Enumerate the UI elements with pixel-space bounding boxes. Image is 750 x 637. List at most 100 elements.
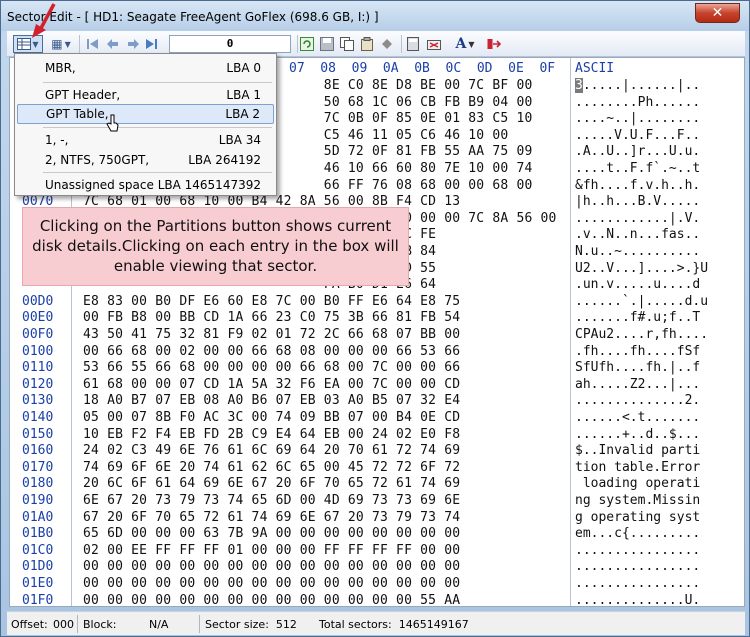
hex-row[interactable]: 0150 10 EB F2 F4 EB FD 2B C9 E4 64 EB 00 … bbox=[10, 427, 744, 444]
row-hex-bytes[interactable]: E8 83 00 B0 DF E6 60 E8 7C 00 B0 FF E6 6… bbox=[83, 294, 460, 309]
dropdown-item-gpt-table[interactable]: GPT Table, LBA 2 bbox=[17, 104, 274, 124]
hex-row[interactable]: 0180 20 6C 6F 61 64 69 6E 67 20 6F 70 65 … bbox=[10, 476, 744, 493]
row-hex-bytes[interactable]: 6E 67 20 73 79 73 74 65 6D 00 4D 69 73 7… bbox=[83, 493, 460, 508]
hex-row[interactable]: 01C0 02 00 EE FF FF FF 01 00 00 00 FF FF … bbox=[10, 543, 744, 560]
fill-button[interactable] bbox=[379, 35, 395, 53]
row-ascii[interactable]: ........Ph...... bbox=[575, 95, 700, 110]
row-ascii[interactable]: ......+..d..$... bbox=[575, 427, 700, 442]
sector-number-input[interactable]: 0 bbox=[169, 35, 291, 53]
row-hex-bytes[interactable]: 00 00 00 00 00 00 00 00 00 00 00 00 00 0… bbox=[83, 576, 460, 591]
row-ascii[interactable]: em...c{......... bbox=[575, 526, 700, 541]
hex-row[interactable]: 01D0 00 00 00 00 00 00 00 00 00 00 00 00 … bbox=[10, 559, 744, 576]
next-sector-button[interactable] bbox=[125, 35, 141, 53]
row-ascii[interactable]: $..Invalid parti bbox=[575, 443, 700, 458]
partitions-button[interactable]: ▼ bbox=[13, 35, 43, 53]
row-ascii[interactable]: loading operati bbox=[575, 476, 700, 491]
row-hex-bytes[interactable]: 00 66 68 00 02 00 00 66 68 08 00 00 00 6… bbox=[83, 344, 460, 359]
row-ascii[interactable]: tion table.Error bbox=[575, 460, 700, 475]
row-hex-bytes[interactable]: 61 68 00 00 07 CD 1A 5A 32 F6 EA 00 7C 0… bbox=[83, 377, 460, 392]
dropdown-item-partition-2[interactable]: 2, NTFS, 750GPT, LBA 264192 bbox=[17, 150, 274, 170]
dropdown-item-mbr[interactable]: MBR, LBA 0 bbox=[17, 58, 274, 78]
row-hex-bytes[interactable]: 20 6C 6F 61 64 69 6E 67 20 6F 70 65 72 6… bbox=[83, 476, 460, 491]
tools-button[interactable] bbox=[425, 35, 443, 53]
row-ascii[interactable]: |h..h...B.V..... bbox=[575, 194, 700, 209]
copy-button[interactable] bbox=[339, 35, 355, 53]
row-ascii[interactable]: .A..U..]r...U.u. bbox=[575, 144, 700, 159]
font-button[interactable]: A ▼ bbox=[451, 35, 479, 53]
title-bar[interactable]: Sector Edit - [ HD1: Seagate FreeAgent G… bbox=[1, 1, 749, 31]
save-button[interactable] bbox=[319, 35, 335, 53]
row-ascii[interactable]: &fh....f.v.h..h. bbox=[575, 178, 700, 193]
row-hex-bytes[interactable]: 00 FB B8 00 BB CD 1A 66 23 C0 75 3B 66 8… bbox=[83, 310, 460, 325]
paste-button[interactable] bbox=[359, 35, 375, 53]
hex-row[interactable]: 0140 05 00 07 8B F0 AC 3C 00 74 09 BB 07 … bbox=[10, 410, 744, 427]
row-hex-bytes[interactable]: 02 00 EE FF FF FF 01 00 00 00 FF FF FF F… bbox=[83, 543, 460, 558]
prev-sector-button[interactable] bbox=[105, 35, 121, 53]
hex-row[interactable]: 0190 6E 67 20 73 79 73 74 65 6D 00 4D 69 … bbox=[10, 493, 744, 510]
row-ascii[interactable]: .fh....fh....fSf bbox=[575, 344, 700, 359]
row-hex-bytes[interactable]: 65 6D 00 00 00 63 7B 9A 00 00 00 00 00 0… bbox=[83, 526, 460, 541]
close-button[interactable]: ✕ bbox=[695, 3, 740, 23]
row-ascii[interactable]: SfUfh....fh.|..f bbox=[575, 360, 700, 375]
hex-row[interactable]: 00F0 43 50 41 75 32 81 F9 02 01 72 2C 66 … bbox=[10, 327, 744, 344]
dropdown-item-gpt-header[interactable]: GPT Header, LBA 1 bbox=[17, 85, 274, 105]
row-ascii[interactable]: ....t..F.f`.~..t bbox=[575, 161, 700, 176]
row-ascii[interactable]: ............|.V. bbox=[575, 211, 700, 226]
row-ascii[interactable]: U2..V...]....>.}U bbox=[575, 261, 708, 276]
row-ascii[interactable]: ................ bbox=[575, 576, 700, 591]
hex-row[interactable]: 00E0 00 FB B8 00 BB CD 1A 66 23 C0 75 3B … bbox=[10, 310, 744, 327]
hex-row[interactable]: 0110 53 66 55 66 68 00 00 00 00 66 68 00 … bbox=[10, 360, 744, 377]
hex-row[interactable]: 0120 61 68 00 00 07 CD 1A 5A 32 F6 EA 00 … bbox=[10, 377, 744, 394]
row-ascii[interactable]: .......f#.u;f..T bbox=[575, 310, 700, 325]
hex-row[interactable]: 0160 24 02 C3 49 6E 76 61 6C 69 64 20 70 … bbox=[10, 443, 744, 460]
arrow-left-icon bbox=[107, 39, 118, 49]
row-ascii[interactable]: CPAu2....r,fh.... bbox=[575, 327, 708, 342]
row-offset: 0180 bbox=[22, 476, 54, 492]
row-ascii[interactable]: ................ bbox=[575, 559, 700, 574]
row-ascii[interactable]: ................ bbox=[575, 543, 700, 558]
row-ascii[interactable]: 3.....|......|.. bbox=[575, 78, 700, 93]
row-hex-bytes[interactable]: 05 00 07 8B F0 AC 3C 00 74 09 BB 07 00 B… bbox=[83, 410, 460, 425]
row-hex-bytes[interactable]: 24 02 C3 49 6E 76 61 6C 69 64 20 70 61 7… bbox=[83, 443, 460, 458]
row-ascii[interactable]: ..............2. bbox=[575, 393, 700, 408]
mouse-cursor-icon bbox=[106, 114, 119, 132]
row-hex-bytes[interactable]: 10 EB F2 F4 EB FD 2B C9 E4 64 EB 00 24 0… bbox=[83, 427, 460, 442]
row-ascii[interactable]: ..............U. bbox=[575, 593, 700, 606]
row-ascii[interactable]: ......<.t....... bbox=[575, 410, 700, 425]
view-button[interactable]: ▦ ▼ bbox=[47, 35, 75, 53]
hex-row[interactable]: 01A0 67 20 6F 70 65 72 61 74 69 6E 67 20 … bbox=[10, 510, 744, 527]
row-hex-bytes[interactable]: 43 50 41 75 32 81 F9 02 01 72 2C 66 68 0… bbox=[83, 327, 460, 342]
row-ascii[interactable]: ah.....Z2...|... bbox=[575, 377, 700, 392]
refresh-button[interactable] bbox=[299, 35, 315, 53]
row-ascii[interactable]: .....V.U.F...F.. bbox=[575, 128, 700, 143]
hex-row[interactable]: 0170 74 69 6F 6E 20 74 61 62 6C 65 00 45 … bbox=[10, 460, 744, 477]
last-sector-button[interactable] bbox=[143, 35, 159, 53]
row-ascii[interactable]: ng system.Missin bbox=[575, 493, 700, 508]
hex-row[interactable]: 0130 18 A0 B7 07 EB 08 A0 B6 07 EB 03 A0 … bbox=[10, 393, 744, 410]
row-hex-bytes[interactable]: 00 00 00 00 00 00 00 00 00 00 00 00 00 0… bbox=[83, 559, 460, 574]
row-ascii[interactable]: ......`.|.....d.u bbox=[575, 294, 708, 309]
hex-row[interactable]: 00D0 E8 83 00 B0 DF E6 60 E8 7C 00 B0 FF … bbox=[10, 294, 744, 311]
dropdown-item-partition-1[interactable]: 1, -, LBA 34 bbox=[17, 130, 274, 150]
row-ascii[interactable]: .v..N..n...fas.. bbox=[575, 227, 700, 242]
hex-row[interactable]: 01B0 65 6D 00 00 00 63 7B 9A 00 00 00 00 … bbox=[10, 526, 744, 543]
first-sector-button[interactable] bbox=[85, 35, 101, 53]
exit-icon bbox=[487, 39, 501, 49]
exit-button[interactable] bbox=[485, 35, 503, 53]
row-ascii[interactable]: g operating syst bbox=[575, 510, 700, 525]
row-ascii[interactable]: .un.v.....u....d bbox=[575, 277, 700, 292]
row-hex-bytes[interactable]: 18 A0 B7 07 EB 08 A0 B6 07 EB 03 A0 B5 0… bbox=[83, 393, 460, 408]
row-hex-bytes[interactable]: 00 00 00 00 00 00 00 00 00 00 00 00 00 0… bbox=[83, 593, 460, 606]
row-hex-bytes[interactable]: 67 20 6F 70 65 72 61 74 69 6E 67 20 73 7… bbox=[83, 510, 460, 525]
row-hex-bytes[interactable]: 53 66 55 66 68 00 00 00 00 66 68 00 7C 0… bbox=[83, 360, 460, 375]
calculator-button[interactable] bbox=[405, 35, 421, 53]
row-hex-bytes[interactable]: 74 69 6F 6E 20 74 61 62 6C 65 00 45 72 7… bbox=[83, 460, 460, 475]
row-ascii[interactable]: N.u..~.......... bbox=[575, 244, 700, 259]
row-ascii[interactable]: ....~..|........ bbox=[575, 111, 700, 126]
chevron-down-icon: ▼ bbox=[468, 39, 475, 49]
hex-row[interactable]: 0100 00 66 68 00 02 00 00 66 68 08 00 00 … bbox=[10, 344, 744, 361]
dropdown-item-unassigned[interactable]: Unassigned space LBA 1465147392 bbox=[17, 175, 274, 195]
hex-row[interactable]: 01F0 00 00 00 00 00 00 00 00 00 00 00 00 … bbox=[10, 593, 744, 606]
hex-row[interactable]: 01E0 00 00 00 00 00 00 00 00 00 00 00 00 … bbox=[10, 576, 744, 593]
row-offset: 0140 bbox=[22, 410, 54, 425]
